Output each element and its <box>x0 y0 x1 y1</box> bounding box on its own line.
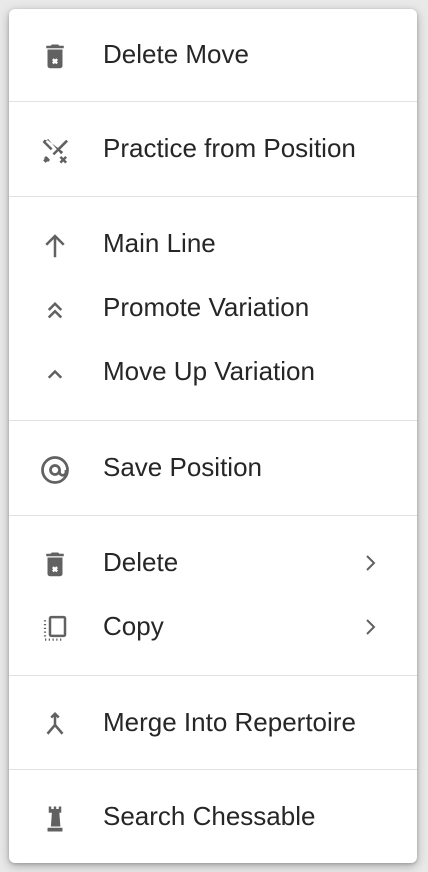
trash-icon <box>40 550 70 580</box>
menu-item-label: Main Line <box>103 228 216 258</box>
rook-icon <box>40 804 70 834</box>
menu-divider <box>9 420 417 421</box>
context-menu: Delete Move Practice from Position Main … <box>9 9 417 863</box>
menu-item-merge-into-repertoire[interactable]: Merge Into Repertoire <box>9 690 417 754</box>
menu-item-label: Merge Into Repertoire <box>103 707 356 737</box>
menu-divider <box>9 196 417 197</box>
menu-item-label: Copy <box>103 611 164 641</box>
menu-divider <box>9 675 417 676</box>
menu-item-label: Search Chessable <box>103 801 316 831</box>
menu-item-label: Delete <box>103 547 179 577</box>
trash-icon <box>40 42 70 72</box>
menu-divider <box>9 769 417 770</box>
menu-item-promote-variation[interactable]: Promote Variation <box>9 275 417 339</box>
copy-icon <box>40 614 70 644</box>
menu-divider <box>9 515 417 516</box>
menu-item-label: Save Position <box>103 452 262 482</box>
menu-divider <box>9 101 417 102</box>
menu-item-practice-from-position[interactable]: Practice from Position <box>9 116 417 180</box>
menu-item-move-up-variation[interactable]: Move Up Variation <box>9 339 417 403</box>
menu-item-label: Move Up Variation <box>103 356 315 386</box>
chevron-up-icon <box>40 359 70 389</box>
menu-item-delete[interactable]: Delete <box>9 530 417 594</box>
menu-item-label: Delete Move <box>103 39 249 69</box>
arrow-up-icon <box>40 231 70 261</box>
crossed-swords-icon <box>40 136 70 166</box>
menu-item-delete-move[interactable]: Delete Move <box>9 22 417 86</box>
menu-item-copy[interactable]: Copy <box>9 594 417 658</box>
menu-item-label: Promote Variation <box>103 292 310 322</box>
menu-item-search-chessable[interactable]: Search Chessable <box>9 784 417 848</box>
menu-item-save-position[interactable]: Save Position <box>9 435 417 499</box>
at-sign-icon <box>40 455 70 485</box>
double-chevron-up-icon <box>40 295 70 325</box>
merge-icon <box>40 710 70 740</box>
chevron-right-icon <box>361 552 381 574</box>
menu-item-main-line[interactable]: Main Line <box>9 211 417 275</box>
menu-item-label: Practice from Position <box>103 133 356 163</box>
chevron-right-icon <box>361 616 381 638</box>
